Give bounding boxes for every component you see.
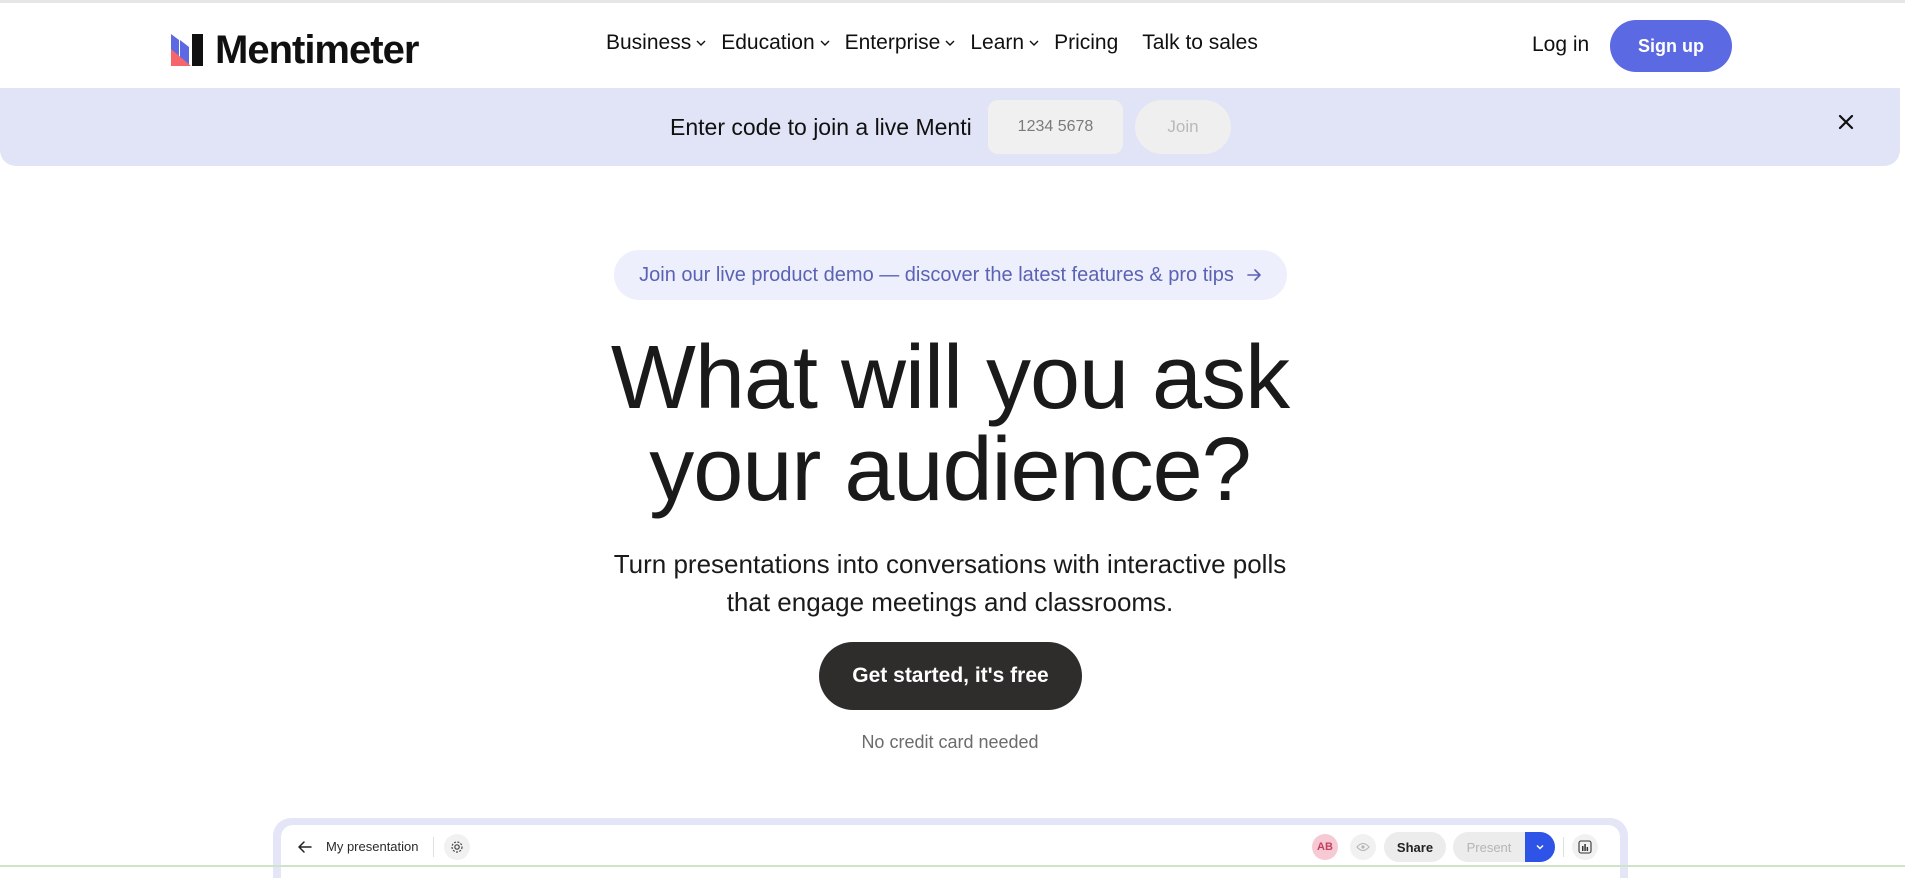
signup-button[interactable]: Sign up (1610, 20, 1732, 72)
hero-title: What will you ask your audience? (0, 332, 1900, 516)
avatar[interactable]: AB (1312, 834, 1338, 860)
chevron-down-icon (820, 40, 830, 46)
nav-item-label: Learn (970, 31, 1025, 54)
toolbar-divider (433, 837, 434, 857)
share-button[interactable]: Share (1384, 832, 1446, 862)
login-link[interactable]: Log in (1532, 33, 1589, 57)
nav-item-enterprise[interactable]: Enterprise (845, 31, 957, 55)
presentation-title[interactable]: My presentation (326, 839, 419, 854)
chevron-down-icon (945, 40, 955, 46)
nav-item-education[interactable]: Education (721, 31, 830, 55)
site-header: Mentimeter Business Education Enterprise… (0, 3, 1905, 88)
eye-icon[interactable] (1350, 834, 1376, 860)
hero-subtitle: Turn presentations into conversations wi… (0, 545, 1900, 621)
bar-chart-icon[interactable] (1572, 834, 1598, 860)
nav-item-label: Enterprise (844, 31, 941, 54)
close-icon[interactable] (1834, 110, 1858, 134)
join-code-input[interactable] (988, 100, 1123, 154)
hero-title-line: What will you ask (610, 328, 1290, 428)
mentimeter-logo-icon (171, 34, 203, 66)
nav-item-label: Education (721, 31, 815, 54)
nav-item-learn[interactable]: Learn (970, 31, 1040, 55)
main-nav: Business Education Enterprise Learn Pric… (606, 31, 1282, 55)
hero-title-line: your audience? (649, 420, 1251, 520)
arrow-right-icon (1247, 269, 1261, 281)
nav-item-business[interactable]: Business (606, 31, 707, 55)
chevron-down-icon (1536, 844, 1544, 850)
arrow-left-icon[interactable] (297, 839, 313, 855)
editor-preview: My presentation AB Share Present (273, 818, 1628, 885)
join-code-banner: Enter code to join a live Menti Join (0, 88, 1900, 166)
nav-item-label: Pricing (1054, 31, 1119, 54)
live-demo-promo-link[interactable]: Join our live product demo — discover th… (614, 250, 1287, 300)
logo-wordmark: Mentimeter (215, 28, 419, 72)
editor-toolbar: My presentation AB Share Present (281, 825, 1620, 885)
chevron-down-icon (1029, 40, 1039, 46)
toolbar-divider (1563, 837, 1564, 857)
present-dropdown-button[interactable] (1525, 832, 1555, 862)
logo-link[interactable]: Mentimeter (171, 28, 419, 72)
get-started-button[interactable]: Get started, it's free (819, 642, 1082, 710)
hero-subtitle-line: that engage meetings and classrooms. (726, 587, 1174, 617)
join-code-label: Enter code to join a live Menti (670, 114, 972, 140)
present-button[interactable]: Present (1453, 832, 1525, 862)
nav-item-label: Business (606, 31, 692, 54)
no-credit-card-note: No credit card needed (861, 732, 1039, 752)
nav-item-talk-to-sales[interactable]: Talk to sales (1142, 31, 1258, 55)
gear-icon[interactable] (444, 834, 470, 860)
nav-item-pricing[interactable]: Pricing (1054, 31, 1118, 55)
hero-subtitle-line: Turn presentations into conversations wi… (613, 549, 1287, 579)
nav-item-label: Talk to sales (1142, 31, 1258, 54)
chevron-down-icon (696, 40, 706, 46)
promo-text: Join our live product demo — discover th… (639, 263, 1234, 286)
join-button[interactable]: Join (1135, 100, 1231, 154)
